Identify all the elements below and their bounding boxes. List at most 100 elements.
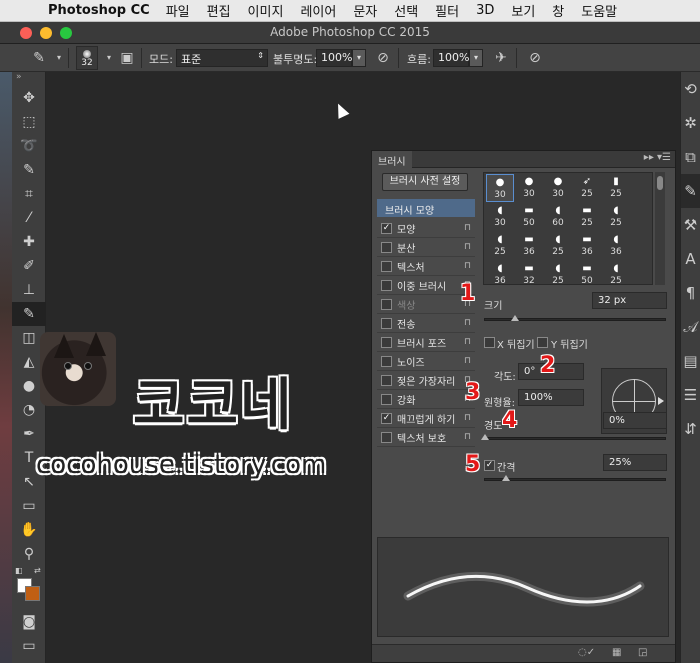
brush-setting-item[interactable]: 노이즈 ⊓ [377, 352, 475, 371]
slider-knob[interactable] [511, 315, 519, 321]
slider-knob[interactable] [481, 434, 489, 440]
hardness-slider[interactable] [481, 434, 666, 440]
navigator-icon[interactable]: ✲ [681, 106, 700, 140]
menu-help[interactable]: 도움말 [581, 1, 617, 20]
menu-3d[interactable]: 3D [476, 3, 494, 18]
brush-tip-cell[interactable]: ▬ 25 [573, 203, 601, 231]
hand-tool-icon[interactable]: ✋ [12, 518, 46, 542]
quick-mask-icon[interactable]: ◙ [12, 610, 46, 634]
checkbox[interactable] [381, 393, 392, 405]
tool-presets-icon[interactable]: ⚒ [681, 208, 700, 242]
slider-knob[interactable] [502, 475, 510, 481]
brush-tip-cell[interactable]: ◖ 25 [602, 203, 630, 231]
brush-tip-cell[interactable]: ➶ 25 [573, 174, 601, 202]
menu-file[interactable]: 파일 [166, 1, 190, 20]
checkbox[interactable] [381, 431, 392, 443]
hardness-field[interactable]: 0% [603, 412, 667, 429]
history-icon[interactable]: ⟲ [681, 72, 700, 106]
menu-view[interactable]: 보기 [511, 1, 535, 20]
brush-setting-item[interactable]: 젖은 가장자리 ⊓ [377, 371, 475, 390]
lock-icon[interactable]: ⊓ [464, 318, 471, 328]
brush-tip-cell[interactable]: ▮ 25 [602, 174, 630, 202]
lock-icon[interactable]: ⊓ [464, 261, 471, 271]
brush-panel-toggle-icon[interactable]: ▣ [118, 49, 136, 67]
move-tool-icon[interactable]: ✥ [12, 86, 46, 110]
checkbox[interactable] [381, 241, 392, 253]
checkbox[interactable] [381, 260, 392, 272]
chevron-down-icon[interactable]: ▾ [50, 49, 68, 67]
panel-menu-icon[interactable]: ▸▸ ▾☰ [644, 152, 671, 163]
brush-tool-preset-icon[interactable]: ✎ [30, 49, 48, 67]
brush-tip-cell[interactable]: ▬ 50 [573, 261, 601, 284]
pressure-size-icon[interactable]: ⊘ [526, 49, 544, 67]
properties-icon[interactable]: ☰ [681, 378, 700, 412]
checkbox[interactable] [381, 355, 392, 367]
pressure-opacity-icon[interactable]: ⊘ [374, 49, 392, 67]
airbrush-icon[interactable]: ✈ [492, 49, 510, 67]
brush-setting-item[interactable]: ✓ 매끄럽게 하기 ⊓ [377, 409, 475, 428]
brush-tip-cell[interactable]: ● 30 [544, 174, 572, 202]
pen-tool-icon[interactable]: ✒ [12, 422, 46, 446]
menu-type[interactable]: 문자 [353, 1, 377, 20]
opacity-dropdown[interactable]: ▾ [352, 49, 366, 67]
checkbox[interactable] [381, 317, 392, 329]
brush-tip-cell[interactable]: ▬ 50 [515, 203, 543, 231]
brush-setting-item[interactable]: 전송 ⊓ [377, 314, 475, 333]
brush-setting-item[interactable]: 텍스처 ⊓ [377, 257, 475, 276]
marquee-tool-icon[interactable]: ⬚ [12, 110, 46, 134]
crop-tool-icon[interactable]: ⌗ [12, 182, 46, 206]
default-colors-icon[interactable]: ◧ [15, 566, 23, 575]
spacing-checkbox[interactable]: ✓ [484, 460, 495, 471]
checked-checkbox[interactable]: ✓ [381, 412, 392, 424]
brush-tip-cell[interactable]: ◖ 25 [544, 261, 572, 284]
brush-tip-cell[interactable]: ● 30 [486, 174, 514, 202]
menu-window[interactable]: 창 [552, 1, 564, 20]
brush-preset-picker[interactable]: 32 [76, 46, 98, 70]
brush-setting-item[interactable]: 브러시 포즈 ⊓ [377, 333, 475, 352]
brush-presets-button[interactable]: 브러시 사전 설정 [382, 173, 468, 191]
lock-icon[interactable]: ⊓ [464, 356, 471, 366]
checkbox[interactable] [381, 336, 392, 348]
healing-brush-tool-icon[interactable]: ✚ [12, 230, 46, 254]
brush-tip-cell[interactable]: ◖ 36 [602, 232, 630, 260]
clone-source-icon[interactable]: ⧉ [681, 140, 700, 174]
chevron-down-icon[interactable]: ▾ [100, 49, 118, 67]
brush-tip-cell[interactable]: ● 30 [515, 174, 543, 202]
menu-select[interactable]: 선택 [394, 1, 418, 20]
zoom-tool-icon[interactable]: ⚲ [12, 542, 46, 566]
brush-setting-item[interactable]: 텍스처 보호 ⊓ [377, 428, 475, 447]
checkbox[interactable] [381, 279, 392, 291]
menu-edit[interactable]: 편집 [207, 1, 231, 20]
checked-checkbox[interactable]: ✓ [381, 222, 392, 234]
rectangle-tool-icon[interactable]: ▭ [12, 494, 46, 518]
menu-image[interactable]: 이미지 [248, 1, 284, 20]
grid-icon[interactable]: ▦ [612, 647, 621, 658]
brush-setting-item[interactable]: ✓ 모양 ⊓ [377, 219, 475, 238]
lock-icon[interactable]: ⊓ [464, 413, 471, 423]
background-color-swatch[interactable] [25, 586, 40, 601]
quick-select-tool-icon[interactable]: ✎ [12, 158, 46, 182]
roundness-field[interactable]: 100% [518, 389, 584, 406]
flip-x-checkbox[interactable] [484, 337, 495, 348]
checkbox[interactable] [381, 298, 392, 310]
spacing-field[interactable]: 25% [603, 454, 667, 471]
brush-tip-cell[interactable]: ◖ 36 [486, 261, 514, 284]
brush-tip-cell[interactable]: ◖ 25 [602, 261, 630, 284]
size-slider[interactable] [484, 315, 666, 321]
tab-brush[interactable]: 브러시 [372, 151, 412, 168]
mode-select[interactable]: 표준 ⇕ [176, 49, 268, 67]
new-preset-icon[interactable]: ◲ [638, 647, 647, 658]
panel-collapse-icon[interactable]: » [12, 72, 45, 86]
lasso-tool-icon[interactable]: ➰ [12, 134, 46, 158]
brush-setting-item[interactable]: 강화 ⊓ [377, 390, 475, 409]
lock-icon[interactable]: ⊓ [464, 242, 471, 252]
brush-tip-scrollbar[interactable] [655, 172, 665, 285]
flow-field[interactable]: 100% [433, 49, 469, 67]
glyphs-icon[interactable]: 𝒜 [681, 310, 700, 344]
brush-tip-cell[interactable]: ◖ 25 [486, 232, 514, 260]
brush-tip-cell[interactable]: ◖ 60 [544, 203, 572, 231]
brush-tool-icon[interactable]: ✐ [12, 254, 46, 278]
brush-tip-cell[interactable]: ▬ 36 [573, 232, 601, 260]
lock-icon[interactable]: ⊓ [464, 337, 471, 347]
brush-tip-cell[interactable]: ▬ 36 [515, 232, 543, 260]
